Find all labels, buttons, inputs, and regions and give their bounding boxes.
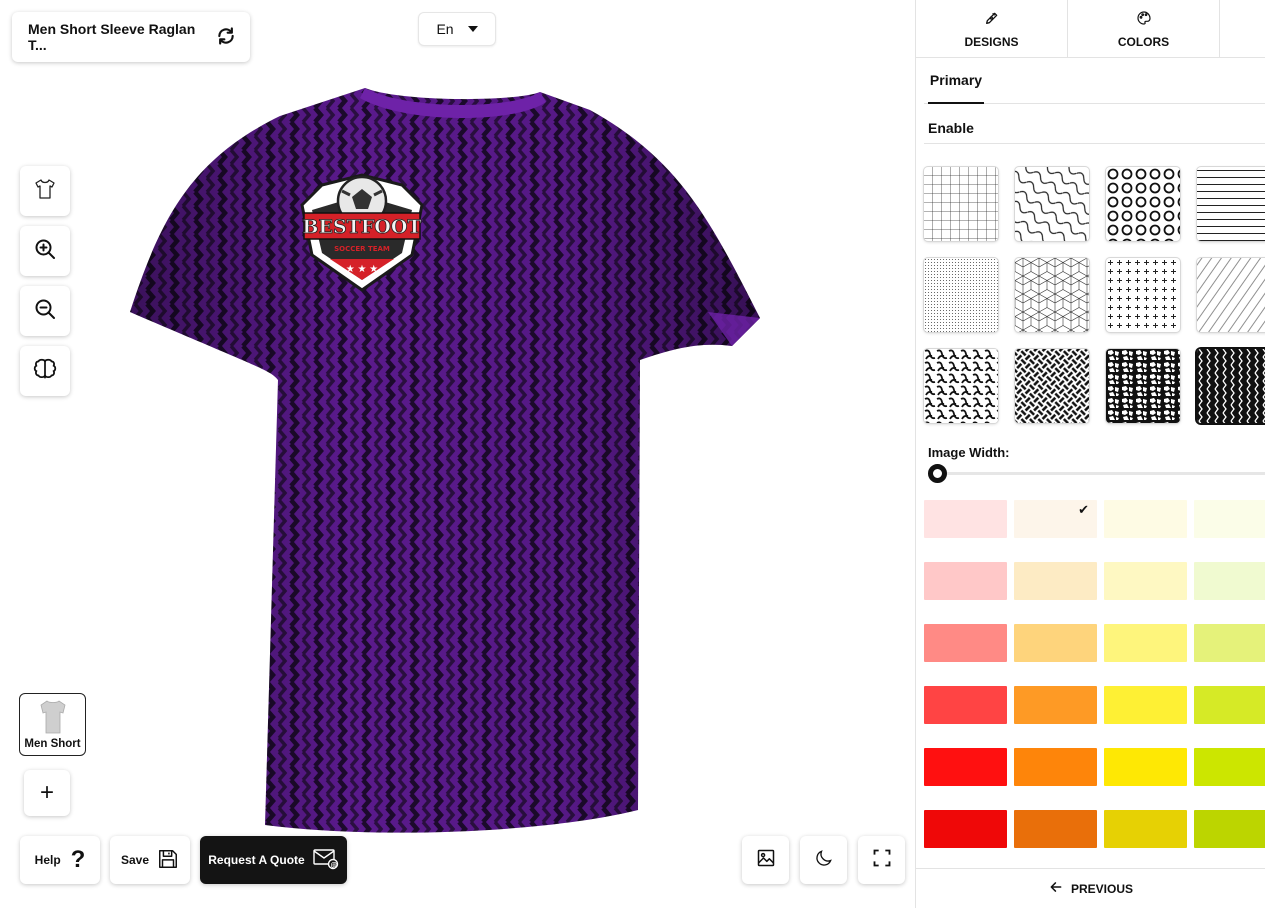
panel-tabs: DESIGNS COLORS (916, 0, 1265, 58)
quote-label: Request A Quote (208, 853, 305, 867)
brain-icon (32, 356, 58, 387)
shirt-icon (33, 177, 57, 206)
pen-icon (984, 10, 1000, 29)
pattern-maze[interactable] (924, 349, 998, 423)
color-swatch[interactable] (1104, 810, 1187, 848)
floppy-icon (157, 848, 179, 873)
color-swatch[interactable] (924, 624, 1007, 662)
image-width-slider[interactable] (928, 464, 947, 483)
pattern-grid-lines[interactable] (924, 167, 998, 241)
zoom-in-icon (33, 237, 57, 266)
ai-button[interactable] (20, 346, 70, 396)
question-icon: ? (70, 846, 86, 873)
color-swatch[interactable] (924, 500, 1007, 538)
help-label: Help (34, 853, 61, 867)
previous-button[interactable]: PREVIOUS (916, 868, 1265, 908)
logo-title: BESTFOOT (302, 216, 421, 238)
pattern-crosses[interactable] (1106, 258, 1180, 332)
pattern-dots[interactable] (924, 258, 998, 332)
design-stage: Men Short Sleeve Raglan T... En BESTFOOT… (0, 0, 915, 908)
tab-designs-label: DESIGNS (964, 34, 1019, 49)
color-swatch[interactable] (924, 748, 1007, 786)
pattern-diagonal[interactable] (1197, 258, 1265, 332)
check-icon: ✔ (1078, 502, 1089, 517)
color-swatch[interactable] (1194, 748, 1265, 786)
color-swatch[interactable] (924, 686, 1007, 724)
palette-icon (1136, 10, 1152, 29)
caret-down-icon (467, 26, 478, 32)
pattern-waves[interactable] (1015, 167, 1089, 241)
svg-text:★ ★ ★: ★ ★ ★ (346, 264, 378, 275)
product-selector[interactable]: Men Short Sleeve Raglan T... (12, 12, 250, 62)
design-panel: DESIGNS COLORS Primary Enable Image Widt… (915, 0, 1265, 908)
save-label: Save (120, 853, 150, 867)
image-button[interactable] (742, 836, 789, 884)
shirt-body (130, 88, 760, 833)
color-swatch[interactable]: ✔ (1014, 500, 1097, 538)
shirt-view-button[interactable] (20, 166, 70, 216)
subtab-primary[interactable]: Primary (928, 58, 984, 104)
request-quote-button[interactable]: Request A Quote @ (200, 836, 347, 884)
language-value: En (436, 21, 454, 37)
image-width-track[interactable] (932, 472, 1265, 475)
svg-text:@: @ (330, 861, 337, 869)
image-icon (756, 848, 776, 873)
subtab-bar: Primary (924, 58, 1265, 104)
color-swatch[interactable] (1194, 500, 1265, 538)
shirt-thumb-icon (38, 699, 68, 738)
tab-colors-label: COLORS (1117, 34, 1170, 49)
color-swatches: ✔ (924, 500, 1265, 848)
help-button[interactable]: Help ? (20, 836, 100, 884)
pattern-circles[interactable] (1106, 167, 1180, 241)
color-swatch[interactable] (1194, 686, 1265, 724)
add-product-button[interactable]: + (24, 770, 70, 816)
moon-icon (814, 848, 834, 873)
tab-colors[interactable]: COLORS (1068, 0, 1220, 58)
color-swatch[interactable] (924, 562, 1007, 600)
color-swatch[interactable] (1104, 748, 1187, 786)
color-swatch[interactable] (1014, 810, 1097, 848)
color-swatch[interactable] (1014, 624, 1097, 662)
fullscreen-button[interactable] (858, 836, 905, 884)
mail-icon: @ (313, 848, 339, 873)
color-swatch[interactable] (1104, 562, 1187, 600)
pattern-zigzag[interactable] (1197, 349, 1265, 423)
color-swatch[interactable] (1194, 562, 1265, 600)
enable-row: Enable (924, 114, 1265, 144)
refresh-icon[interactable] (216, 26, 236, 49)
thumb-label: Men Short (24, 738, 81, 750)
product-thumbnail[interactable]: Men Short (19, 693, 86, 756)
image-width-label: Image Width: (928, 445, 1010, 460)
pattern-weave[interactable] (1015, 349, 1089, 423)
color-swatch[interactable] (1194, 810, 1265, 848)
pattern-cubes[interactable] (1015, 258, 1089, 332)
shirt-preview[interactable]: BESTFOOT SOCCER TEAM ★ ★ ★ (120, 80, 770, 860)
arrow-left-icon (1049, 880, 1063, 897)
save-button[interactable]: Save (110, 836, 190, 884)
plus-icon: + (39, 779, 54, 806)
color-swatch[interactable] (1104, 686, 1187, 724)
color-swatch[interactable] (1014, 686, 1097, 724)
zoom-in-button[interactable] (20, 226, 70, 276)
color-swatch[interactable] (1194, 624, 1265, 662)
logo-subtitle: SOCCER TEAM (334, 245, 390, 253)
color-swatch[interactable] (924, 810, 1007, 848)
fullscreen-icon (872, 848, 892, 873)
pattern-grid (924, 167, 1265, 423)
color-swatch[interactable] (1014, 562, 1097, 600)
color-swatch[interactable] (1014, 748, 1097, 786)
color-swatch[interactable] (1104, 500, 1187, 538)
zoom-out-icon (33, 297, 57, 326)
zoom-out-button[interactable] (20, 286, 70, 336)
pattern-voronoi[interactable] (1106, 349, 1180, 423)
pattern-lines[interactable] (1197, 167, 1265, 241)
tab-designs[interactable]: DESIGNS (916, 0, 1068, 58)
previous-label: PREVIOUS (1070, 881, 1133, 896)
product-title: Men Short Sleeve Raglan T... (28, 21, 196, 53)
color-swatch[interactable] (1104, 624, 1187, 662)
enable-toggle[interactable]: Enable (928, 120, 974, 136)
dark-mode-button[interactable] (800, 836, 847, 884)
language-select[interactable]: En (418, 12, 496, 46)
